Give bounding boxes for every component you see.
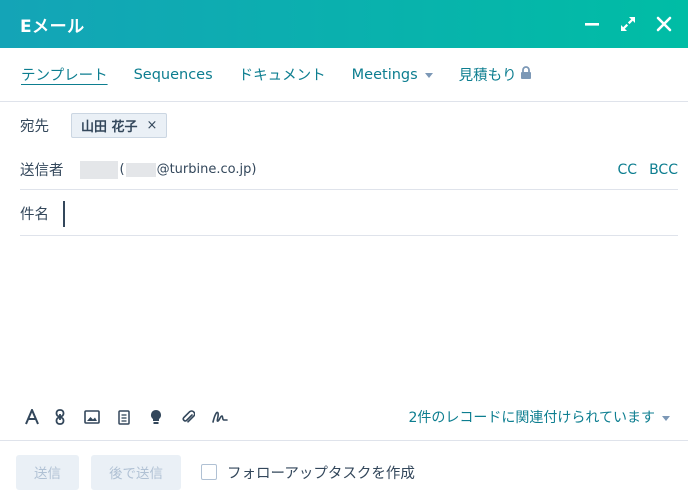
signature-icon[interactable]: [204, 405, 236, 429]
expand-icon[interactable]: [618, 14, 638, 34]
to-label: 宛先: [20, 118, 49, 135]
cc-bcc-links: CC BCC: [618, 162, 678, 178]
subject-input[interactable]: [63, 200, 678, 227]
recipient-chip[interactable]: 山田 花子 ×: [71, 112, 168, 138]
window-controls: [582, 0, 674, 48]
sender-email-suffix: @turbine.co.jp): [156, 162, 257, 177]
tab-documents[interactable]: ドキュメント: [239, 64, 326, 85]
associations-dropdown[interactable]: 2件のレコードに関連付けられています: [408, 407, 670, 427]
chevron-down-icon: [424, 73, 433, 78]
subject-label: 件名: [20, 207, 49, 223]
dialog-title: Eメール: [20, 16, 85, 37]
text-format-icon[interactable]: [20, 405, 44, 429]
subject-row: 件名: [20, 192, 678, 236]
email-body-editor[interactable]: [20, 240, 678, 395]
send-later-button[interactable]: 後で送信: [91, 454, 181, 490]
lightbulb-icon[interactable]: [140, 405, 172, 429]
chevron-down-icon: [662, 415, 670, 421]
bcc-link[interactable]: BCC: [649, 162, 678, 178]
link-icon[interactable]: [44, 405, 76, 429]
to-row: 宛先 山田 花子 ×: [20, 110, 678, 140]
minimize-icon[interactable]: [582, 14, 602, 34]
tab-quotes[interactable]: 見積もり: [459, 64, 532, 85]
from-row: 送信者 ( @turbine.co.jp) CC BCC: [20, 150, 678, 190]
lock-icon: [520, 66, 532, 83]
followup-task-label: フォローアップタスクを作成: [227, 465, 415, 482]
dialog-footer: 送信 後で送信 フォローアップタスクを作成: [0, 440, 688, 503]
send-button[interactable]: 送信: [16, 454, 79, 490]
email-dialog-header: Eメール: [0, 0, 688, 48]
from-label: 送信者: [20, 163, 64, 179]
image-icon[interactable]: [76, 405, 108, 429]
tab-sequences[interactable]: Sequences: [134, 67, 213, 83]
sender-email-redacted: [125, 162, 156, 177]
sender-email-prefix: (: [119, 162, 125, 177]
cc-link[interactable]: CC: [618, 162, 638, 178]
tool-tabs: テンプレート Sequences ドキュメント Meetings 見積もり: [0, 48, 688, 102]
close-icon[interactable]: [654, 14, 674, 34]
tab-meetings-label: Meetings: [351, 66, 418, 83]
sender-email[interactable]: ( @turbine.co.jp): [120, 162, 257, 177]
document-icon[interactable]: [108, 405, 140, 429]
tab-meetings[interactable]: Meetings: [352, 67, 433, 83]
formatting-toolbar: 2件のレコードに関連付けられています: [20, 402, 670, 432]
associations-label: 2件のレコードに関連付けられています: [408, 410, 656, 426]
followup-task-checkbox[interactable]: [201, 464, 217, 480]
tab-quotes-label: 見積もり: [458, 68, 517, 84]
attachment-icon[interactable]: [172, 405, 204, 429]
recipient-name: 山田 花子: [81, 119, 138, 135]
tab-templates[interactable]: テンプレート: [21, 64, 108, 85]
remove-recipient-icon[interactable]: ×: [147, 118, 158, 133]
sender-name-redacted: [79, 160, 118, 179]
